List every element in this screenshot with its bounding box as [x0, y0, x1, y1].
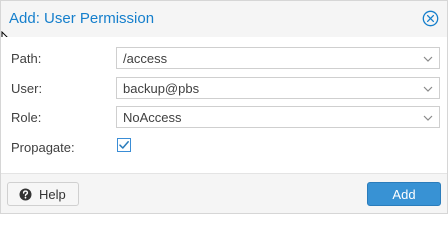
- role-value: NoAccess: [123, 110, 182, 125]
- chevron-down-icon[interactable]: [421, 53, 435, 65]
- help-label: Help: [39, 187, 66, 202]
- dialog-footer: Help Add: [1, 173, 447, 213]
- role-label: Role:: [11, 110, 42, 125]
- user-row: User: backup@pbs: [1, 77, 447, 101]
- role-combobox[interactable]: NoAccess: [116, 106, 440, 128]
- user-value: backup@pbs: [123, 81, 200, 96]
- propagate-checkbox[interactable]: [117, 138, 131, 152]
- add-user-permission-dialog: Add: User Permission Path: /access User:: [0, 0, 448, 214]
- path-combobox[interactable]: /access: [116, 47, 440, 69]
- add-button[interactable]: Add: [367, 182, 441, 206]
- dialog-body: Path: /access User: backup@pbs Role: NoA…: [1, 37, 447, 173]
- checkmark-icon: [119, 141, 129, 149]
- path-row: Path: /access: [1, 47, 447, 71]
- close-icon[interactable]: [422, 10, 439, 27]
- help-button[interactable]: Help: [7, 182, 79, 206]
- add-label: Add: [392, 187, 416, 202]
- question-circle-icon: [19, 188, 32, 201]
- dialog-title: Add: User Permission: [9, 10, 155, 27]
- propagate-row: Propagate:: [1, 136, 447, 160]
- propagate-label: Propagate:: [11, 140, 75, 155]
- path-label: Path:: [11, 51, 42, 66]
- chevron-down-icon[interactable]: [421, 112, 435, 124]
- user-label: User:: [11, 81, 43, 96]
- role-row: Role: NoAccess: [1, 106, 447, 130]
- user-combobox[interactable]: backup@pbs: [116, 77, 440, 99]
- dialog-header: Add: User Permission: [1, 1, 447, 37]
- chevron-down-icon[interactable]: [421, 83, 435, 95]
- path-value: /access: [123, 51, 168, 66]
